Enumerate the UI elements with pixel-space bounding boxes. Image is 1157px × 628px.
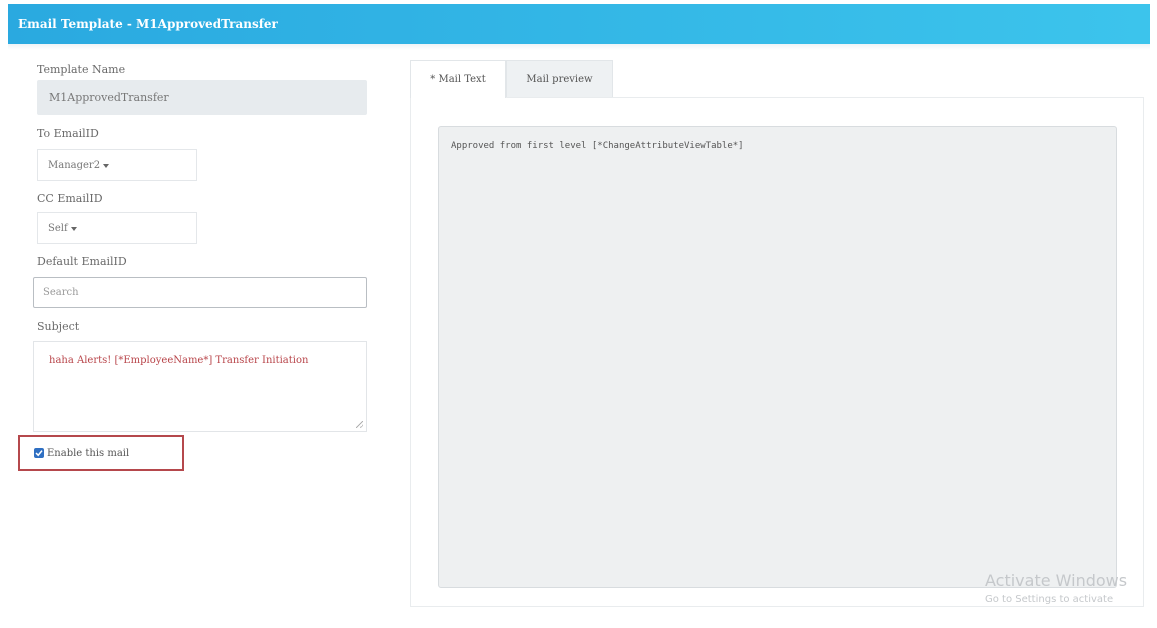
tab-mail-preview-label: Mail preview [526, 73, 593, 85]
to-email-dropdown[interactable]: Manager2 [37, 149, 197, 181]
to-email-label: To EmailID [37, 127, 99, 140]
template-name-field: M1ApprovedTransfer [37, 80, 367, 115]
chevron-down-icon [103, 163, 110, 168]
subject-label: Subject [37, 320, 80, 333]
page-header: Email Template - M1ApprovedTransfer [8, 4, 1150, 44]
subject-value: haha Alerts! [*EmployeeName*] Transfer I… [49, 355, 309, 366]
tab-panel: Approved from first level [*ChangeAttrib… [410, 97, 1144, 607]
header-divider [8, 44, 1150, 50]
tab-mail-text-label: * Mail Text [430, 74, 486, 85]
subject-textarea[interactable]: haha Alerts! [*EmployeeName*] Transfer I… [33, 341, 367, 432]
enable-mail-highlight: Enable this mail [18, 435, 184, 471]
cc-email-label: CC EmailID [37, 192, 103, 205]
mail-text-editor[interactable]: Approved from first level [*ChangeAttrib… [438, 126, 1117, 588]
default-email-label: Default EmailID [37, 255, 127, 268]
checkmark-icon [35, 450, 43, 457]
enable-mail-label[interactable]: Enable this mail [47, 448, 129, 459]
chevron-down-icon [70, 226, 77, 231]
activate-windows-watermark: Activate Windows [985, 571, 1128, 590]
mail-tabs: * Mail Text Mail preview Approved from f… [410, 60, 1144, 610]
email-template-page: Email Template - M1ApprovedTransfer Temp… [0, 0, 1157, 628]
enable-mail-checkbox[interactable] [34, 448, 44, 458]
mail-text-content: Approved from first level [*ChangeAttrib… [451, 141, 744, 151]
resize-handle-icon[interactable] [356, 421, 363, 428]
tab-mail-text[interactable]: * Mail Text [410, 60, 506, 98]
template-name-label: Template Name [37, 63, 126, 76]
page-title: Email Template - M1ApprovedTransfer [18, 17, 278, 31]
template-name-value: M1ApprovedTransfer [49, 91, 169, 104]
bottom-link-cutoff [420, 618, 670, 628]
activate-windows-subtitle: Go to Settings to activate [985, 594, 1114, 605]
to-email-value: Manager2 [48, 159, 101, 171]
default-email-search-input[interactable] [33, 277, 367, 308]
tab-mail-preview[interactable]: Mail preview [506, 60, 613, 98]
cc-email-dropdown[interactable]: Self [37, 212, 197, 244]
cc-email-value: Self [48, 222, 68, 234]
